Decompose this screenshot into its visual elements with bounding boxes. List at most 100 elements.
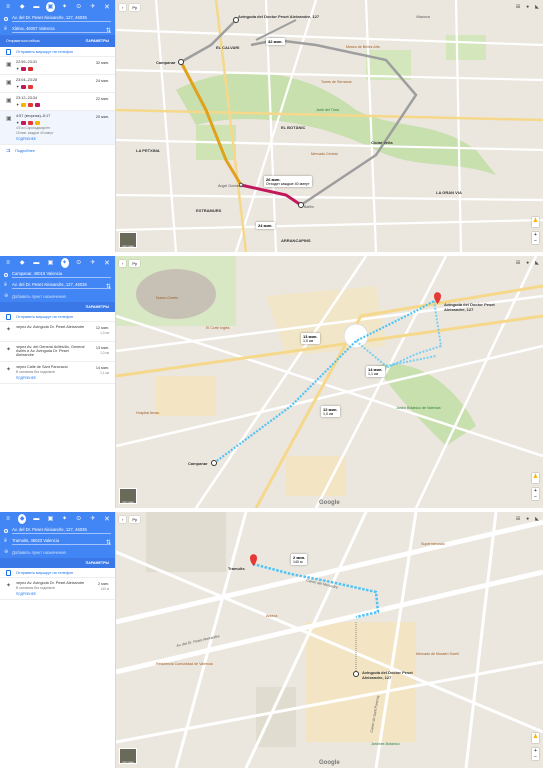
depart-time-select[interactable]: Отправиться сейчас — [6, 39, 40, 43]
details-link[interactable]: ПОДРОБНЕЕ — [16, 137, 109, 141]
best-route-icon[interactable]: ◆ — [18, 258, 26, 268]
walking-route-option[interactable]: ✦ через Calle de Sant Pancracio В основном… — [0, 362, 115, 384]
pegman-icon[interactable]: ♟ — [532, 733, 539, 743]
flight-icon[interactable]: ✈ — [89, 514, 97, 524]
close-icon[interactable]: ✕ — [103, 514, 111, 524]
menu-icon[interactable]: ≡ — [4, 514, 12, 524]
transit-route-option[interactable]: ▣ 4:57 (вторник)–5:17 ✦ 4:5 из Сорольдикарн… — [0, 111, 115, 145]
walking-route-option[interactable]: ✦ через Av. Avinguda Dr. Peset Aleixandre… — [0, 578, 115, 600]
account-icon[interactable]: ◣ — [535, 260, 539, 266]
details-link[interactable]: ПОДРОБНЕЕ — [16, 376, 87, 380]
options-button[interactable]: ПАРАМЕТРЫ — [86, 561, 109, 565]
zoom-out-button[interactable]: − — [532, 754, 539, 760]
transit-route-option[interactable]: ▣ 22:59–23:31 ✦ 32 мин. — [0, 57, 115, 75]
flight-icon[interactable]: ✈ — [89, 258, 97, 268]
flight-icon[interactable]: ✈ — [89, 2, 97, 12]
map-label-3: Hospital Arnau — [136, 411, 160, 415]
destination-input[interactable]: Av. del Dr. Peset Aleixandre, 127, 46035 — [12, 282, 111, 289]
close-icon[interactable]: ✕ — [103, 2, 111, 12]
transit-icon[interactable]: ▣ — [46, 1, 55, 12]
account-icon[interactable]: ◣ — [535, 4, 539, 10]
apps-icon[interactable]: ⊞ — [516, 260, 520, 266]
collapse-panel-button[interactable]: ‹ — [119, 260, 127, 267]
bike-icon[interactable]: ⊙ — [75, 2, 83, 12]
walk-icon[interactable]: ✦ — [61, 2, 69, 12]
satellite-toggle[interactable]: Спутник — [119, 748, 137, 764]
map-canvas[interactable]: ‹ Ру ⊞ ● ◣ Tramuits Avinguda del Doctor … — [116, 512, 543, 768]
pegman-icon[interactable]: ♟ — [532, 217, 539, 227]
destination-row: ⌾ Tramuits, 46023 Valencia — [0, 536, 115, 547]
notifications-icon[interactable]: ● — [526, 516, 529, 522]
details-link[interactable]: ПОДРОБНЕЕ — [16, 592, 87, 596]
bike-icon[interactable]: ⊙ — [75, 258, 83, 268]
satellite-toggle[interactable]: Спутник — [119, 488, 137, 504]
route-callout-3[interactable]: 24 мин. — [256, 222, 275, 229]
car-icon[interactable]: ▬ — [32, 514, 40, 524]
transit-route-option[interactable]: ▣ 23:12–23:34 ✦ 22 мин. — [0, 93, 115, 111]
add-destination-row[interactable]: ⊕ Добавить пункт назначения — [0, 547, 115, 558]
options-button[interactable]: ПАРАМЕТРЫ — [86, 39, 109, 43]
origin-dot-icon — [4, 16, 8, 21]
best-route-icon[interactable]: ◆ — [18, 513, 27, 524]
route-callout-2[interactable]: 26 мин. Отходит каждые 40 минут — [264, 176, 312, 187]
route-callout[interactable]: 2 мин. 140 м — [291, 554, 308, 565]
apps-icon[interactable]: ⊞ — [516, 516, 520, 522]
options-bar: ПАРАМЕТРЫ — [0, 558, 115, 568]
route-title: через Av. Avinguda Dr. Peset Aleixandre — [16, 325, 85, 329]
send-to-phone[interactable]: Отправить маршрут на телефон — [0, 568, 115, 578]
add-destination-row[interactable]: ⊕ Добавить пункт назначения — [0, 291, 115, 302]
best-route-icon[interactable]: ◆ — [18, 2, 26, 12]
walking-route-option[interactable]: ✦ через Av. Avinguda Dr. Peset Aleixandre… — [0, 322, 115, 342]
bike-icon[interactable]: ⊙ — [75, 514, 83, 524]
satellite-toggle[interactable]: Спутник — [119, 232, 137, 248]
apps-icon[interactable]: ⊞ — [516, 4, 520, 10]
collapse-panel-button[interactable]: ‹ — [119, 516, 127, 523]
swap-icon[interactable]: ⇅ — [106, 283, 111, 290]
pegman-icon[interactable]: ♟ — [532, 473, 539, 483]
notifications-icon[interactable]: ● — [526, 4, 529, 10]
zoom-out-button[interactable]: − — [532, 494, 539, 500]
origin-input[interactable]: Campanar, 46015 Valencia — [12, 271, 111, 278]
swap-icon[interactable]: ⇅ — [106, 539, 111, 546]
transit-icon[interactable]: ▣ — [46, 258, 54, 268]
send-to-phone[interactable]: Отправить маршрут на телефон — [0, 47, 115, 57]
origin-input[interactable]: Av. del Dr. Peset Aleixandre, 127, 46035 — [12, 15, 111, 22]
route-callout-1[interactable]: 32 мин. — [266, 38, 285, 45]
collapse-panel-button[interactable]: ‹ — [119, 4, 127, 11]
transit-route-option[interactable]: ▣ 23:04–23:28 ✦ 24 мин. — [0, 75, 115, 93]
notifications-icon[interactable]: ● — [526, 260, 529, 266]
origin-input[interactable]: Av. del Dr. Peset Aleixandre, 127, 46035 — [12, 527, 111, 534]
map-label-6: Mercado de Mossèn Sorell — [416, 652, 459, 656]
route-callout-2[interactable]: 14 мин. 1,1 км — [366, 366, 385, 377]
more-link[interactable]: ⇉ Подробнее — [0, 145, 115, 157]
map-label-1: El Corte Inglés — [206, 326, 230, 330]
map-canvas[interactable]: ‹ Ру ⊞ ● ◣ Avinguda del Doctor Peset Ale… — [116, 0, 543, 252]
language-select[interactable]: Ру — [129, 516, 141, 523]
language-select[interactable]: Ру — [129, 260, 141, 267]
route-callout-1[interactable]: 13 мин. 1,0 км — [301, 333, 320, 344]
destination-input[interactable]: Xàtiva, 46007 Valencia — [12, 26, 111, 33]
route-callout-3[interactable]: 12 мин. 1,0 км — [321, 406, 340, 417]
walk-icon[interactable]: ✦ — [60, 257, 69, 268]
destination-input[interactable]: Tramuits, 46023 Valencia — [12, 538, 111, 545]
transit-icon[interactable]: ▣ — [46, 514, 54, 524]
zoom-out-button[interactable]: − — [532, 238, 539, 244]
car-icon[interactable]: ▬ — [32, 258, 40, 268]
menu-icon[interactable]: ≡ — [4, 258, 12, 268]
language-select[interactable]: Ру — [129, 4, 141, 11]
directions-header: ≡ ◆ ▬ ▣ ✦ ⊙ ✈ ✕ Av. del Dr. Peset Aleixa… — [0, 512, 115, 568]
route-body: через Av. Avinguda Dr. Peset Aleixandre В… — [16, 581, 87, 596]
car-icon[interactable]: ▬ — [32, 2, 40, 12]
walk-icon: ✦ — [16, 84, 20, 89]
account-icon[interactable]: ◣ — [535, 516, 539, 522]
walking-route-option[interactable]: ✦ через Av. del General Avilés/Av. Genera… — [0, 342, 115, 362]
origin-label: Campanar — [188, 461, 208, 466]
menu-icon[interactable]: ≡ — [4, 2, 12, 12]
swap-icon[interactable]: ⇅ — [106, 27, 111, 34]
send-to-phone[interactable]: Отправить маршрут на телефон — [0, 312, 115, 322]
options-button[interactable]: ПАРАМЕТРЫ — [86, 305, 109, 309]
map-canvas[interactable]: ‹ Ру ⊞ ● ◣ Avinguda del Doctor Peset Ale… — [116, 256, 543, 508]
close-icon[interactable]: ✕ — [103, 258, 111, 268]
walk-icon[interactable]: ✦ — [61, 514, 69, 524]
map-label-4: Antena — [266, 614, 278, 618]
